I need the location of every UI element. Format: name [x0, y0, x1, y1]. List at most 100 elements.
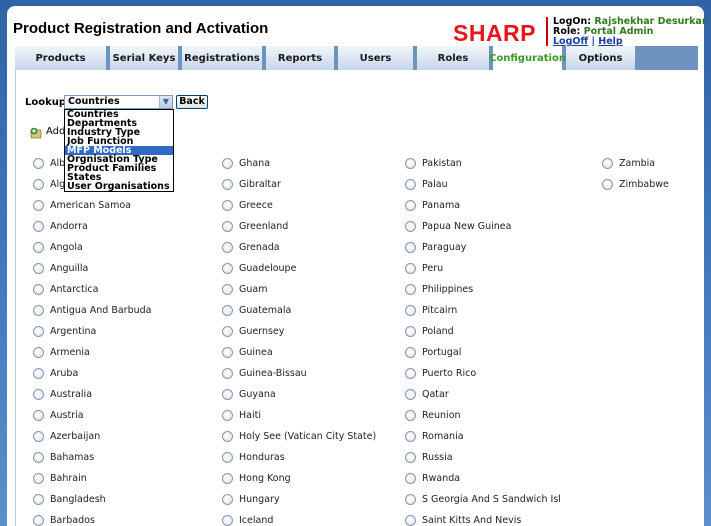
country-option[interactable]: Guinea-Bissau [222, 366, 307, 380]
country-option[interactable]: Armenia [33, 345, 90, 359]
radio-button[interactable] [405, 409, 416, 421]
radio-button[interactable] [222, 241, 233, 253]
radio-button[interactable] [405, 283, 416, 295]
radio-button[interactable] [33, 241, 44, 253]
radio-button[interactable] [33, 346, 44, 358]
country-option[interactable]: Palau [405, 177, 448, 191]
country-option[interactable]: Guadeloupe [222, 261, 296, 275]
radio-button[interactable] [405, 220, 416, 232]
country-option[interactable]: Guinea [222, 345, 273, 359]
radio-button[interactable] [405, 262, 416, 274]
radio-button[interactable] [33, 367, 44, 379]
radio-button[interactable] [405, 178, 416, 190]
radio-button[interactable] [405, 514, 416, 526]
country-option[interactable]: Rwanda [405, 471, 460, 485]
country-option[interactable]: Pakistan [405, 156, 462, 170]
country-option[interactable]: Hong Kong [222, 471, 291, 485]
country-option[interactable]: Honduras [222, 450, 285, 464]
tab-users[interactable]: Users [338, 46, 415, 70]
radio-button[interactable] [405, 346, 416, 358]
country-option[interactable]: Antigua And Barbuda [33, 303, 152, 317]
radio-button[interactable] [602, 157, 613, 169]
country-option[interactable]: Philippines [405, 282, 473, 296]
radio-button[interactable] [222, 514, 233, 526]
country-option[interactable]: Haiti [222, 408, 261, 422]
radio-button[interactable] [33, 262, 44, 274]
country-option[interactable]: Greenland [222, 219, 288, 233]
radio-button[interactable] [405, 472, 416, 484]
radio-button[interactable] [405, 304, 416, 316]
country-option[interactable]: Poland [405, 324, 454, 338]
country-option[interactable]: Gibraltar [222, 177, 281, 191]
country-option[interactable]: Hungary [222, 492, 280, 506]
country-option[interactable]: Pitcairn [405, 303, 457, 317]
radio-button[interactable] [222, 157, 233, 169]
radio-button[interactable] [405, 451, 416, 463]
radio-button[interactable] [405, 157, 416, 169]
country-option[interactable]: Qatar [405, 387, 449, 401]
country-option[interactable]: American Samoa [33, 198, 131, 212]
radio-button[interactable] [33, 472, 44, 484]
country-option[interactable]: Antarctica [33, 282, 98, 296]
radio-button[interactable] [33, 409, 44, 421]
country-option[interactable]: Saint Kitts And Nevis [405, 513, 521, 526]
country-option[interactable]: Zimbabwe [602, 177, 669, 191]
radio-button[interactable] [222, 430, 233, 442]
tab-serial-keys[interactable]: Serial Keys [110, 46, 180, 70]
radio-button[interactable] [33, 157, 44, 169]
country-option[interactable]: Russia [405, 450, 453, 464]
country-option[interactable]: Guam [222, 282, 267, 296]
radio-button[interactable] [33, 430, 44, 442]
country-option[interactable]: Panama [405, 198, 460, 212]
radio-button[interactable] [222, 220, 233, 232]
radio-button[interactable] [405, 430, 416, 442]
country-option[interactable]: Guatemala [222, 303, 291, 317]
country-option[interactable]: Paraguay [405, 240, 466, 254]
country-option[interactable]: Australia [33, 387, 92, 401]
chevron-down-icon[interactable]: ▼ [159, 96, 172, 108]
radio-button[interactable] [222, 493, 233, 505]
radio-button[interactable] [33, 493, 44, 505]
radio-button[interactable] [33, 451, 44, 463]
country-option[interactable]: Bahrain [33, 471, 87, 485]
radio-button[interactable] [33, 514, 44, 526]
radio-button[interactable] [222, 304, 233, 316]
country-option[interactable]: Portugal [405, 345, 461, 359]
radio-button[interactable] [222, 346, 233, 358]
country-option[interactable]: Andorra [33, 219, 88, 233]
add-icon[interactable] [30, 124, 43, 139]
country-option[interactable]: Angola [33, 240, 83, 254]
radio-button[interactable] [33, 199, 44, 211]
radio-button[interactable] [405, 199, 416, 211]
tab-products[interactable]: Products [15, 46, 108, 70]
tab-reports[interactable]: Reports [266, 46, 336, 70]
country-option[interactable]: Reunion [405, 408, 461, 422]
country-option[interactable]: Papua New Guinea [405, 219, 511, 233]
radio-button[interactable] [405, 367, 416, 379]
tab-configuration[interactable]: Configuration [489, 46, 566, 70]
radio-button[interactable] [222, 178, 233, 190]
radio-button[interactable] [33, 325, 44, 337]
country-option[interactable]: Guyana [222, 387, 276, 401]
country-option[interactable]: Ghana [222, 156, 270, 170]
radio-button[interactable] [222, 367, 233, 379]
radio-button[interactable] [33, 388, 44, 400]
radio-button[interactable] [602, 178, 613, 190]
country-option[interactable]: S Georgia And S Sandwich Isl [405, 492, 561, 506]
country-option[interactable]: Barbados [33, 513, 95, 526]
tab-options[interactable]: Options [566, 46, 637, 70]
tab-registrations[interactable]: Registrations [182, 46, 264, 70]
country-option[interactable]: Anguilla [33, 261, 88, 275]
radio-button[interactable] [33, 220, 44, 232]
tab-roles[interactable]: Roles [417, 46, 491, 70]
country-option[interactable]: Azerbaijan [33, 429, 100, 443]
radio-button[interactable] [33, 304, 44, 316]
lookup-select[interactable]: Countries ▼ [64, 95, 173, 109]
country-option[interactable]: Zambia [602, 156, 655, 170]
back-button[interactable]: Back [176, 95, 208, 109]
country-option[interactable]: Guernsey [222, 324, 284, 338]
radio-button[interactable] [222, 283, 233, 295]
country-option[interactable]: Bangladesh [33, 492, 106, 506]
radio-button[interactable] [222, 388, 233, 400]
country-option[interactable]: Greece [222, 198, 273, 212]
